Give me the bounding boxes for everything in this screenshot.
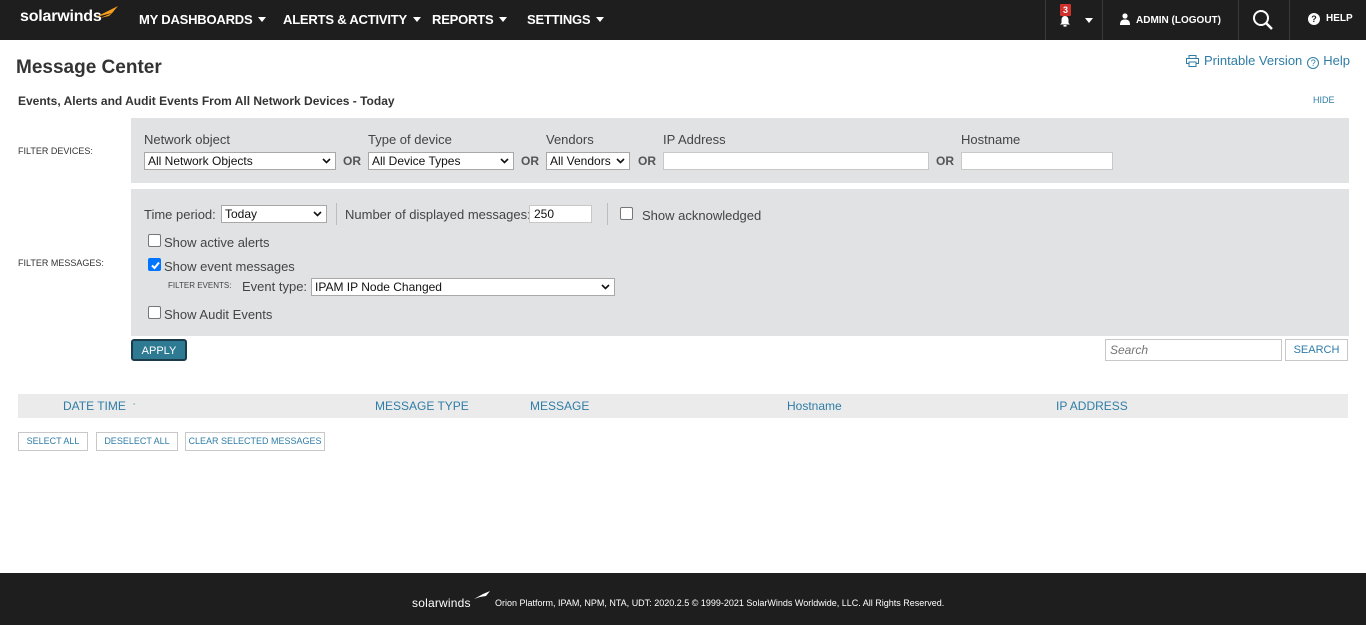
chevron-down-icon	[1085, 18, 1093, 23]
chevron-down-icon	[499, 17, 508, 22]
hide-filters-link[interactable]: HIDE	[1313, 95, 1335, 105]
filter-messages-panel: Time period: Today Number of displayed m…	[131, 189, 1349, 336]
ip-address-label: IP Address	[663, 132, 726, 147]
hostname-label: Hostname	[961, 132, 1021, 147]
or-label: OR	[936, 154, 954, 168]
column-header-hostname[interactable]: Hostname	[787, 399, 842, 413]
solarwinds-bird-icon	[96, 6, 118, 18]
solarwinds-logo[interactable]: solarwinds	[20, 8, 102, 26]
vendors-select[interactable]: All Vendors	[546, 152, 630, 170]
nav-settings[interactable]: SETTINGS	[527, 12, 605, 27]
network-object-label: Network object	[144, 132, 230, 147]
notification-count-badge: 3	[1060, 4, 1072, 16]
vendors-label: Vendors	[546, 132, 594, 147]
help-icon: ?	[1307, 57, 1320, 69]
apply-button[interactable]: APPLY	[131, 339, 187, 361]
select-all-button[interactable]: SELECT ALL	[18, 432, 88, 451]
chevron-down-icon	[313, 211, 322, 217]
show-event-messages-label: Show event messages	[164, 259, 295, 274]
notifications-button[interactable]: 3	[1050, 0, 1100, 40]
num-messages-input[interactable]: 250	[529, 205, 592, 223]
divider	[336, 203, 337, 225]
or-label: OR	[521, 154, 539, 168]
nav-divider	[1045, 0, 1046, 40]
time-period-select[interactable]: Today	[221, 205, 327, 223]
clear-selected-messages-button[interactable]: CLEAR SELECTED MESSAGES	[185, 432, 325, 451]
or-label: OR	[638, 154, 656, 168]
footer: solarwinds Orion Platform, IPAM, NPM, NT…	[0, 573, 1366, 625]
search-icon[interactable]	[1252, 9, 1274, 31]
solarwinds-bird-icon	[474, 591, 490, 599]
page-subtitle: Events, Alerts and Audit Events From All…	[18, 94, 395, 108]
time-period-label: Time period:	[144, 207, 216, 222]
nav-my-dashboards[interactable]: MY DASHBOARDS	[139, 12, 267, 27]
show-acknowledged-label: Show acknowledged	[642, 208, 762, 223]
messages-table-header: DATE TIME ˇ MESSAGE TYPE MESSAGE Hostnam…	[18, 394, 1348, 418]
hostname-input[interactable]	[961, 152, 1113, 170]
user-logout-link[interactable]: ADMIN (LOGOUT)	[1120, 13, 1221, 26]
chevron-down-icon	[322, 158, 331, 164]
chevron-down-icon	[616, 158, 625, 164]
page-title: Message Center	[16, 57, 162, 78]
bell-icon	[1060, 16, 1070, 27]
printer-icon	[1186, 55, 1199, 67]
search-input[interactable]	[1105, 339, 1282, 361]
nav-reports[interactable]: REPORTS	[432, 12, 508, 27]
top-navigation-bar: solarwinds MY DASHBOARDS ALERTS & ACTIVI…	[0, 0, 1366, 40]
event-type-select[interactable]: IPAM IP Node Changed	[311, 278, 615, 296]
chevron-down-icon	[500, 158, 509, 164]
filter-events-label: FILTER EVENTS:	[168, 281, 232, 290]
show-active-alerts-checkbox[interactable]	[148, 234, 161, 247]
device-type-label: Type of device	[368, 132, 452, 147]
or-label: OR	[343, 154, 361, 168]
chevron-down-icon	[596, 17, 605, 22]
chevron-down-icon	[412, 17, 421, 22]
chevron-down-icon	[601, 284, 610, 290]
divider	[607, 203, 608, 225]
help-link[interactable]: ? HELP	[1308, 13, 1353, 25]
device-type-select[interactable]: All Device Types	[368, 152, 514, 170]
column-header-message-type[interactable]: MESSAGE TYPE	[375, 399, 469, 413]
event-type-label: Event type:	[242, 279, 308, 294]
filter-devices-panel: Network object All Network Objects OR Ty…	[131, 118, 1349, 183]
nav-divider	[1238, 0, 1239, 40]
sort-indicator-icon: ˇ	[133, 404, 136, 411]
show-event-messages-checkbox[interactable]	[148, 258, 161, 271]
show-active-alerts-label: Show active alerts	[164, 235, 270, 250]
user-icon	[1120, 13, 1130, 25]
footer-solarwinds-logo: solarwinds	[412, 596, 471, 610]
show-audit-events-checkbox[interactable]	[148, 306, 161, 319]
nav-divider	[1289, 0, 1290, 40]
help-icon: ?	[1308, 13, 1320, 25]
column-header-date-time[interactable]: DATE TIME	[63, 399, 126, 413]
deselect-all-button[interactable]: DESELECT ALL	[96, 432, 178, 451]
chevron-down-icon	[258, 17, 267, 22]
show-acknowledged-checkbox[interactable]	[620, 207, 633, 220]
show-audit-events-label: Show Audit Events	[164, 307, 273, 322]
checkmark-icon	[151, 261, 160, 270]
printable-version-link[interactable]: Printable Version	[1204, 53, 1302, 68]
filter-messages-label: FILTER MESSAGES:	[18, 258, 104, 268]
network-object-select[interactable]: All Network Objects	[144, 152, 336, 170]
column-header-message[interactable]: MESSAGE	[530, 399, 589, 413]
help-page-link[interactable]: Help	[1323, 53, 1350, 68]
footer-copyright: Orion Platform, IPAM, NPM, NTA, UDT: 202…	[495, 598, 945, 608]
search-button[interactable]: SEARCH	[1285, 339, 1348, 361]
nav-alerts-activity[interactable]: ALERTS & ACTIVITY	[283, 12, 421, 27]
column-header-ip-address[interactable]: IP ADDRESS	[1056, 399, 1128, 413]
num-messages-label: Number of displayed messages:	[345, 207, 531, 222]
page-links: Printable Version? Help	[1186, 53, 1350, 69]
ip-address-input[interactable]	[663, 152, 929, 170]
nav-divider	[1102, 0, 1103, 40]
filter-devices-label: FILTER DEVICES:	[18, 146, 93, 156]
